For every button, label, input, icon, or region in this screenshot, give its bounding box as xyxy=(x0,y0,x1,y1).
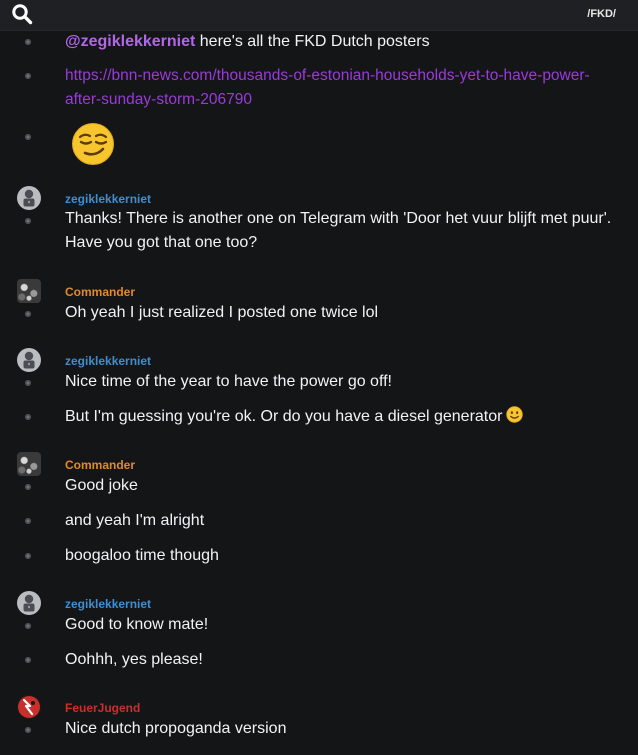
user-mention[interactable]: @zegiklekkerniet xyxy=(65,33,195,50)
message-text: Nice dutch propoganda version xyxy=(65,720,287,737)
message-text: Good to know mate! xyxy=(65,616,209,633)
message-body: here's all the FKD Dutch posters xyxy=(195,33,430,50)
username[interactable]: Commander xyxy=(65,458,135,472)
avatar[interactable] xyxy=(17,452,41,476)
top-bar: /FKD/ xyxy=(0,0,638,31)
message-text: Thanks! There is another one on Telegram… xyxy=(65,210,612,251)
avatar[interactable] xyxy=(17,695,41,719)
bullet-dot xyxy=(25,134,31,140)
message-text: Oohhh, yes please! xyxy=(65,651,203,668)
bullet-dot xyxy=(25,380,31,386)
bullet-dot xyxy=(25,73,31,79)
message-text: boogaloo time though xyxy=(65,547,219,564)
message-text: and yeah I'm alright xyxy=(65,512,205,529)
user-silhouette-icon xyxy=(23,351,35,369)
message-text: Oh yeah I just realized I posted one twi… xyxy=(65,304,379,321)
bullet-dot xyxy=(25,623,31,629)
bullet-dot xyxy=(25,518,31,524)
username[interactable]: zegiklekkerniet xyxy=(65,354,151,368)
bullet-dot xyxy=(25,39,31,45)
bullet-dot xyxy=(25,484,31,490)
search-icon[interactable] xyxy=(11,3,33,25)
username[interactable]: FeuerJugend xyxy=(65,701,140,715)
bullet-dot xyxy=(25,553,31,559)
avatar[interactable] xyxy=(17,186,41,210)
avatar[interactable] xyxy=(17,279,41,303)
bullet-dot xyxy=(25,414,31,420)
message-text: @zegiklekkerniet here's all the FKD Dutc… xyxy=(65,30,625,54)
username[interactable]: Commander xyxy=(65,285,135,299)
board-tag[interactable]: /FKD/ xyxy=(587,8,616,20)
message-text: Good joke xyxy=(65,477,138,494)
bullet-dot xyxy=(25,218,31,224)
bullet-dot xyxy=(25,657,31,663)
bullet-dot xyxy=(25,311,31,317)
avatar[interactable] xyxy=(17,348,41,372)
slightly-smiling-face-icon xyxy=(506,406,524,423)
message-text: Nice time of the year to have the power … xyxy=(65,373,392,390)
username[interactable]: zegiklekkerniet xyxy=(65,192,151,206)
news-link[interactable]: https://bnn-news.com/thousands-of-estoni… xyxy=(65,64,613,112)
avatar[interactable] xyxy=(17,591,41,615)
message-text: But I'm guessing you're ok. Or do you ha… xyxy=(65,405,625,429)
smirking-face-icon xyxy=(72,123,114,165)
user-silhouette-icon xyxy=(23,594,35,612)
user-silhouette-icon xyxy=(23,189,35,207)
message-body: But I'm guessing you're ok. Or do you ha… xyxy=(65,408,503,425)
username[interactable]: zegiklekkerniet xyxy=(65,597,151,611)
red-emblem-icon xyxy=(18,696,40,718)
bullet-dot xyxy=(25,727,31,733)
